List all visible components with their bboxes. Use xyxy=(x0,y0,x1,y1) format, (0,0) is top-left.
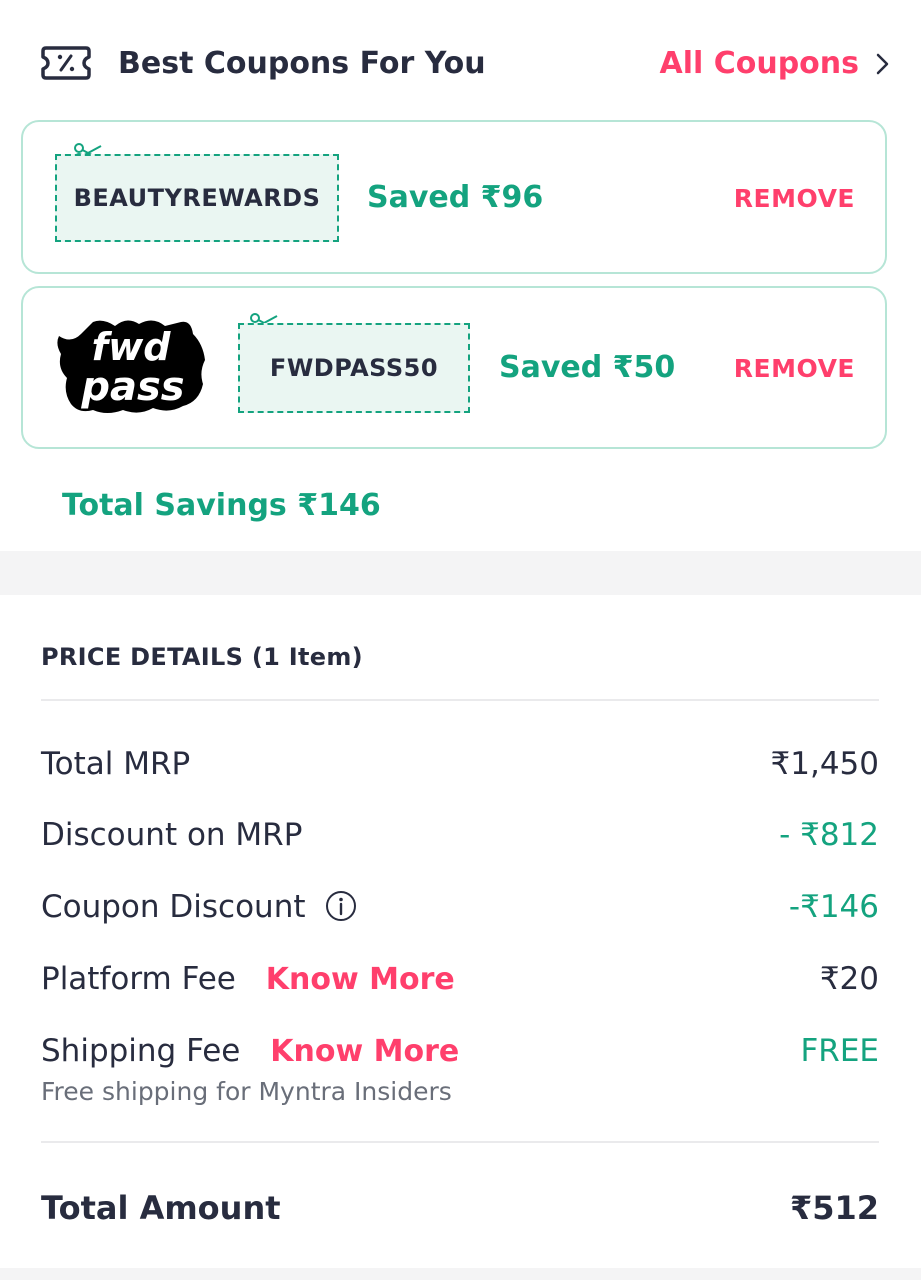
applied-coupon-card: fwd pass FWDPASS50 Saved ₹50 REMOVE xyxy=(21,286,887,449)
total-mrp-value: ₹1,450 xyxy=(770,746,879,782)
discount-on-mrp-value: - ₹812 xyxy=(779,817,879,853)
total-mrp-label: Total MRP xyxy=(41,746,191,782)
coupon-code-box: BEAUTYREWARDS xyxy=(55,154,339,242)
total-savings: Total Savings ₹146 xyxy=(62,488,381,523)
divider xyxy=(41,1141,879,1143)
section-divider xyxy=(0,1268,921,1280)
platform-fee-value: ₹20 xyxy=(819,961,879,997)
platform-fee-label: Platform Fee xyxy=(41,961,236,997)
shipping-fee-know-more-link[interactable]: Know More xyxy=(270,1034,459,1069)
coupon-discount-value: -₹146 xyxy=(788,889,879,925)
total-amount-value: ₹512 xyxy=(789,1189,879,1227)
all-coupons-link[interactable]: All Coupons xyxy=(659,44,891,84)
platform-fee-know-more-link[interactable]: Know More xyxy=(266,962,455,997)
divider xyxy=(41,699,879,701)
applied-coupon-card: BEAUTYREWARDS Saved ₹96 REMOVE xyxy=(21,120,887,274)
remove-coupon-button[interactable]: REMOVE xyxy=(734,352,855,386)
total-amount-label: Total Amount xyxy=(41,1189,281,1227)
coupon-saved-amount: Saved ₹96 xyxy=(367,180,544,215)
section-divider xyxy=(0,551,921,595)
shipping-fee-note: Free shipping for Myntra Insiders xyxy=(41,1077,452,1106)
info-icon[interactable] xyxy=(325,890,357,922)
shipping-fee-label: Shipping Fee xyxy=(41,1033,241,1069)
all-coupons-label: All Coupons xyxy=(659,46,859,81)
chevron-right-icon xyxy=(876,53,889,75)
coupon-code-box: FWDPASS50 xyxy=(238,323,470,413)
fwdpass-logo: fwd pass xyxy=(57,320,206,413)
coupon-discount-label: Coupon Discount xyxy=(41,889,306,925)
coupon-saved-amount: Saved ₹50 xyxy=(499,350,676,385)
discount-on-mrp-label: Discount on MRP xyxy=(41,817,303,853)
coupons-section-title: Best Coupons For You xyxy=(118,46,486,81)
fwdpass-logo-word-2: pass xyxy=(80,364,184,410)
shipping-fee-row: Shipping Fee Know More xyxy=(41,1031,459,1072)
coupon-discount-row: Coupon Discount xyxy=(41,887,357,927)
fwdpass-logo-word-1: fwd xyxy=(92,325,172,369)
price-details-title: PRICE DETAILS (1 Item) xyxy=(41,643,363,671)
platform-fee-row: Platform Fee Know More xyxy=(41,959,455,1000)
coupon-icon xyxy=(41,46,91,80)
shipping-fee-value: FREE xyxy=(800,1033,879,1069)
remove-coupon-button[interactable]: REMOVE xyxy=(734,182,855,216)
